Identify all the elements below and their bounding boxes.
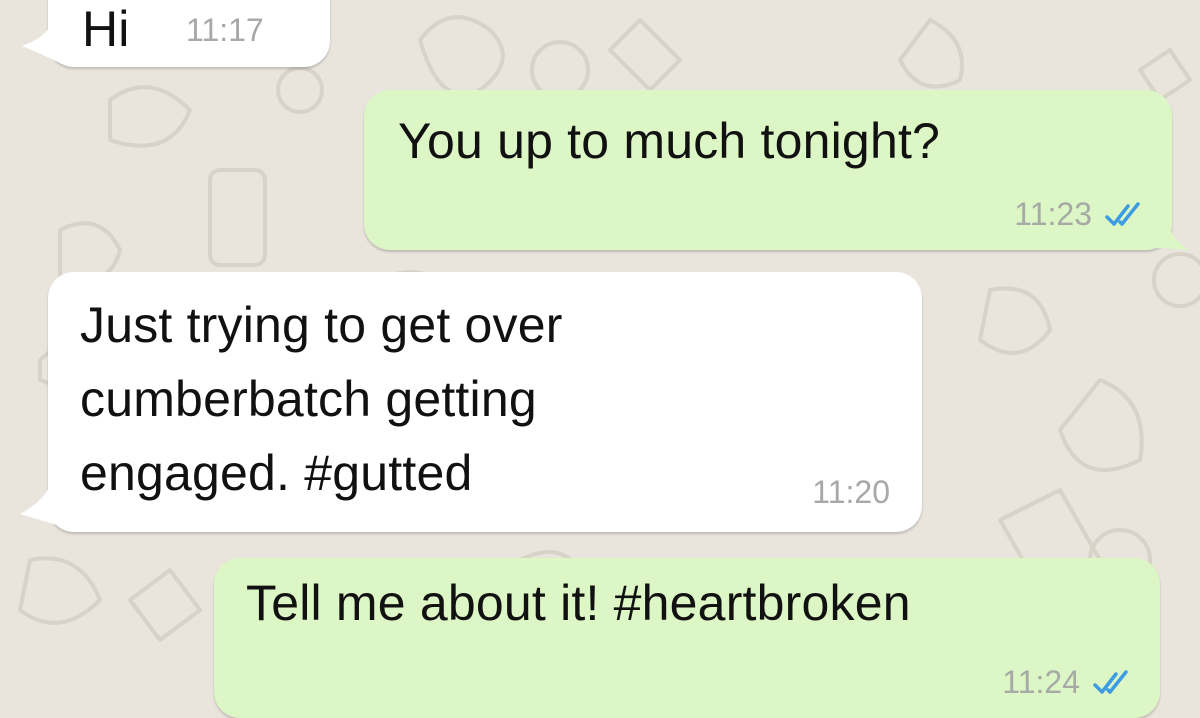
message-bubble-incoming[interactable]: Just trying to get over cumberbatch gett… bbox=[48, 272, 922, 532]
message-bubble-outgoing[interactable]: You up to much tonight? 11:23 bbox=[364, 90, 1172, 250]
message-bubble-outgoing[interactable]: Tell me about it! #heartbroken 11:24 bbox=[214, 558, 1160, 718]
message-text: You up to much tonight? bbox=[398, 113, 941, 169]
message-bubble-incoming[interactable]: Hi 11:17 bbox=[48, 0, 330, 67]
message-text-line-3: engaged. #gutted bbox=[80, 445, 473, 501]
bubble-tail-incoming bbox=[22, 24, 62, 64]
message-timestamp: 11:17 bbox=[186, 12, 264, 49]
message-text: Hi bbox=[82, 1, 130, 57]
message-timestamp: 11:20 bbox=[812, 474, 890, 511]
message-time: 11:23 bbox=[1014, 196, 1092, 232]
message-text-line-1: Just trying to get over bbox=[80, 297, 563, 353]
message-timestamp: 11:23 bbox=[1014, 196, 1150, 233]
message-text: Tell me about it! #heartbroken bbox=[246, 575, 911, 631]
message-time: 11:20 bbox=[812, 474, 890, 510]
message-text-line-2: cumberbatch getting bbox=[80, 371, 537, 427]
bubble-tail-incoming bbox=[20, 486, 60, 526]
double-check-icon bbox=[1093, 669, 1128, 694]
message-time: 11:24 bbox=[1002, 664, 1080, 700]
double-check-icon bbox=[1105, 201, 1140, 226]
message-time: 11:17 bbox=[186, 12, 264, 48]
bubble-tail-outgoing bbox=[1150, 214, 1190, 250]
message-timestamp: 11:24 bbox=[1002, 664, 1138, 701]
